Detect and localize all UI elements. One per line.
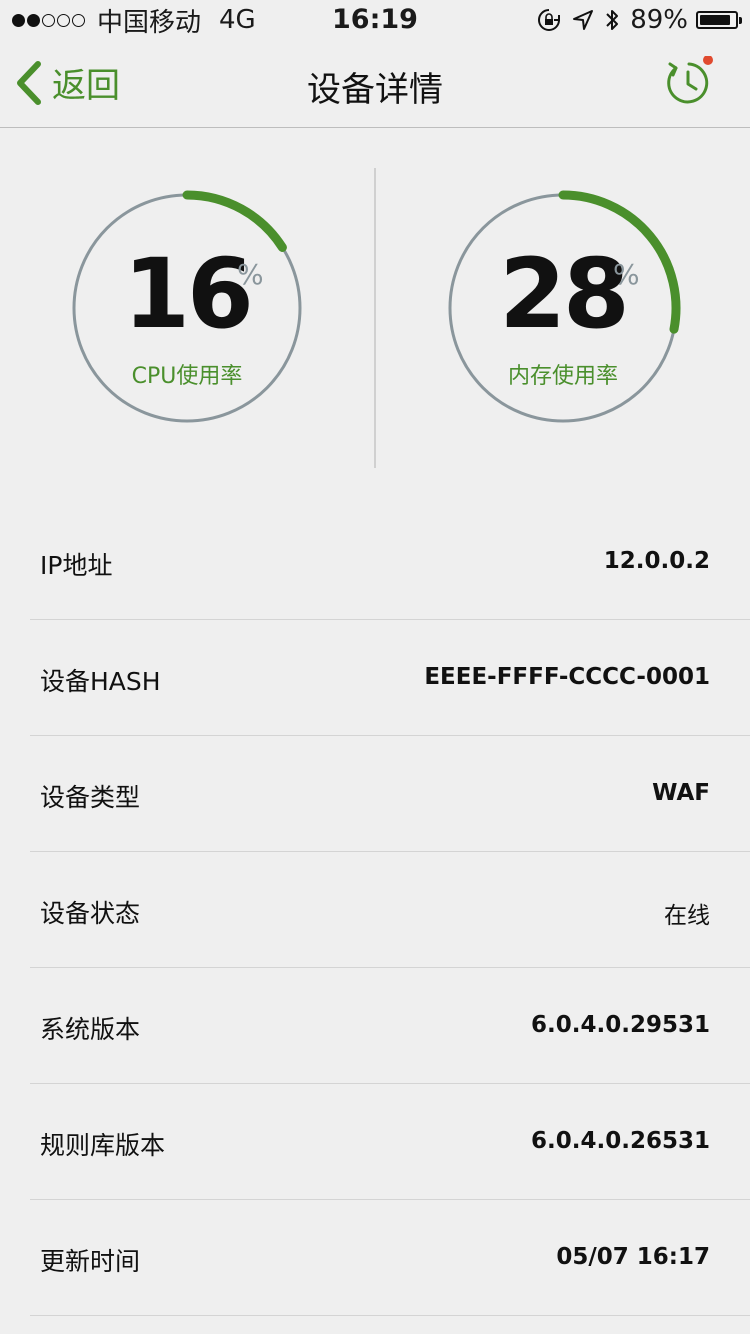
info-row-rule-version: 规则库版本 6.0.4.0.26531: [30, 1084, 750, 1200]
info-value: 12.0.0.2: [603, 548, 710, 574]
info-label: 系统版本: [40, 1015, 141, 1044]
navigation-bar: 返回 设备详情: [0, 40, 750, 128]
info-row-system-version: 系统版本 6.0.4.0.29531: [30, 968, 750, 1084]
battery-fill: [700, 15, 730, 25]
info-label: IP地址: [40, 551, 113, 580]
status-bar: 中国移动 4G 16:19 89%: [0, 0, 750, 40]
notification-dot: [703, 55, 713, 65]
device-info-list: IP地址 12.0.0.2 设备HASH EEEE-FFFF-CCCC-0001…: [30, 504, 750, 1316]
info-label: 设备类型: [40, 783, 141, 812]
battery-tip: [739, 17, 742, 24]
info-label: 设备状态: [40, 899, 141, 928]
history-button[interactable]: [662, 55, 714, 108]
info-value: EEEE-FFFF-CCCC-0001: [424, 664, 710, 690]
bluetooth-icon: [604, 7, 620, 33]
history-clock-icon: [667, 55, 713, 104]
info-value: 05/07 16:17: [556, 1244, 710, 1270]
info-label: 设备HASH: [40, 667, 161, 696]
info-value: 6.0.4.0.29531: [531, 1012, 710, 1038]
info-value: 6.0.4.0.26531: [531, 1128, 710, 1154]
info-value: 在线: [664, 903, 710, 929]
info-value: WAF: [652, 780, 710, 806]
usage-gauges: 16 % CPU使用率 28 % 内存使用率: [0, 128, 750, 508]
memory-usage-unit: %: [613, 258, 640, 291]
device-detail-screen: 中国移动 4G 16:19 89% 返回 设备详情 16 % CPU使用率 28…: [0, 0, 750, 1334]
cpu-usage-unit: %: [237, 258, 264, 291]
page-title: 设备详情: [307, 70, 443, 110]
cpu-usage-value: 16: [123, 238, 254, 350]
info-row-ip: IP地址 12.0.0.2: [30, 504, 750, 620]
info-label: 规则库版本: [40, 1131, 166, 1160]
status-right: 89%: [536, 4, 742, 36]
rotation-lock-icon: [536, 7, 562, 33]
gauge-divider: [374, 168, 376, 468]
battery-percent: 89%: [630, 5, 688, 35]
memory-gauge: 28 % 内存使用率: [443, 188, 683, 438]
battery-icon: [696, 11, 742, 29]
info-row-status: 设备状态 在线: [30, 852, 750, 968]
location-arrow-icon: [572, 9, 594, 31]
memory-usage-label: 内存使用率: [507, 364, 618, 389]
cpu-gauge: 16 % CPU使用率: [67, 188, 307, 438]
cpu-usage-label: CPU使用率: [131, 364, 243, 389]
info-row-update-time: 更新时间 05/07 16:17: [30, 1200, 750, 1316]
info-row-type: 设备类型 WAF: [30, 736, 750, 852]
info-row-hash: 设备HASH EEEE-FFFF-CCCC-0001: [30, 620, 750, 736]
info-label: 更新时间: [40, 1247, 141, 1276]
memory-usage-value: 28: [499, 238, 630, 350]
